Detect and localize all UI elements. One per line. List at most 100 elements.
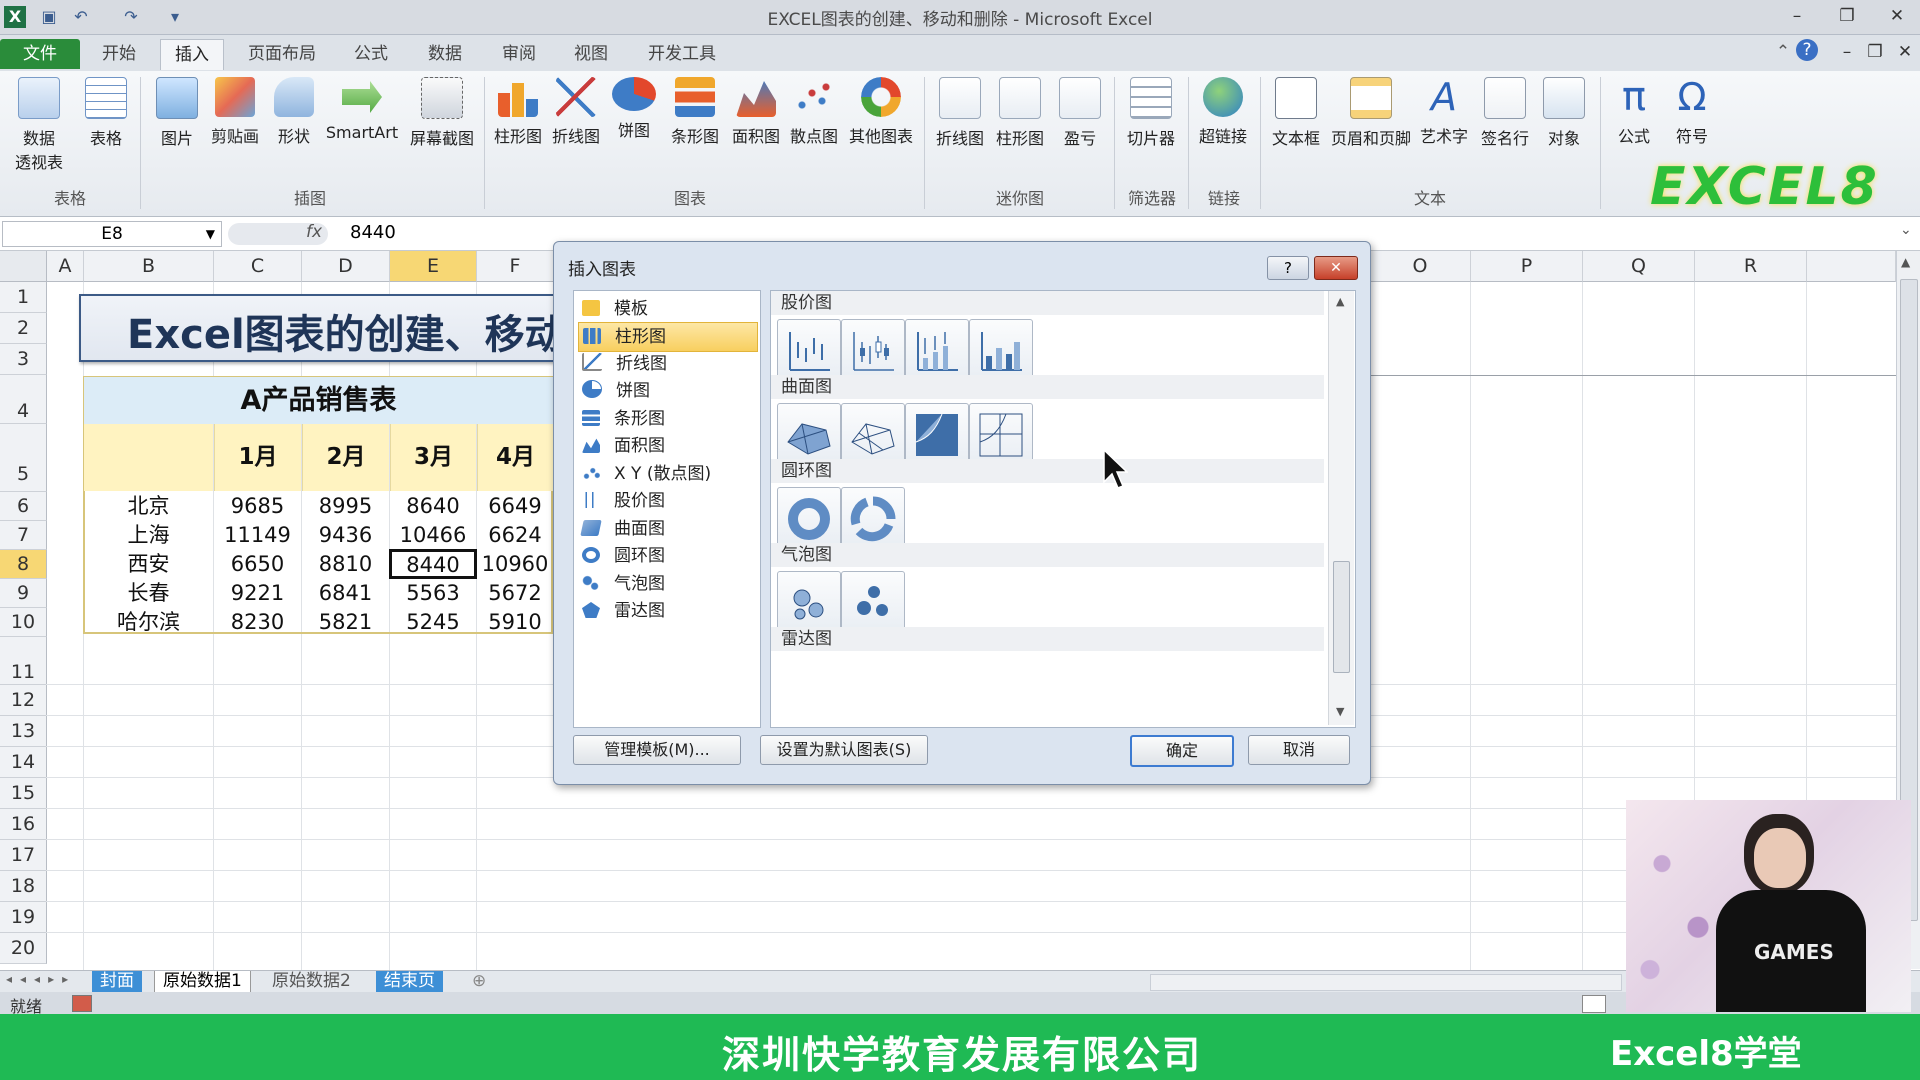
gallery-scroll-up-icon[interactable]: ▲ [1336,295,1344,308]
sparkline-column-button[interactable]: 柱形图 [992,77,1048,149]
screenshot-button[interactable]: 屏幕截图 [404,77,480,149]
city-cell[interactable]: 西安 [84,550,213,578]
dialog-help-button[interactable]: ? [1267,256,1309,280]
column-header-p[interactable]: P [1471,251,1583,282]
value-cell[interactable]: 6649 [477,492,553,520]
sheet-banner[interactable]: Excel图表的创建、移动 [79,294,563,362]
macro-record-icon[interactable] [72,995,92,1012]
row-header[interactable]: 6 [0,492,47,521]
surface-chart-option[interactable] [969,403,1033,467]
tab-page-layout[interactable]: 页面布局 [234,39,330,69]
chart-type-template[interactable]: 模板 [578,295,756,323]
chart-type-column[interactable]: 柱形图 [578,322,758,352]
chart-type-stock[interactable]: 股价图 [578,487,756,515]
column-header-d[interactable]: D [302,251,390,282]
row-header[interactable]: 20 [0,933,47,964]
row-header[interactable]: 14 [0,747,47,778]
row-header[interactable]: 12 [0,685,47,716]
sheet-nav-icons[interactable]: ◂◂◂▸▸ [6,972,76,986]
table-header-corner[interactable] [84,424,213,491]
row-header[interactable]: 19 [0,902,47,933]
row-header[interactable]: 5 [0,424,47,492]
value-cell[interactable]: 9221 [214,579,301,607]
month-header[interactable]: 3月 [390,424,476,491]
value-cell[interactable]: 8230 [214,608,301,636]
value-cell[interactable]: 6841 [302,579,389,607]
row-header[interactable]: 16 [0,809,47,840]
scatter-chart-button[interactable]: 散点图 [786,77,842,147]
surface-chart-option[interactable] [905,403,969,467]
text-box-button[interactable]: 文本框 [1266,77,1326,149]
line-chart-button[interactable]: 折线图 [548,77,604,147]
name-box[interactable]: E8 ▼ [2,221,222,247]
value-cell[interactable]: 5563 [390,579,476,607]
city-cell[interactable]: 北京 [84,492,213,520]
picture-button[interactable]: 图片 [150,77,204,149]
chart-type-radar[interactable]: 雷达图 [578,597,756,625]
value-cell[interactable]: 6650 [214,550,301,578]
column-header-q[interactable]: Q [1583,251,1695,282]
city-cell[interactable]: 上海 [84,521,213,549]
value-cell[interactable]: 6624 [477,521,553,549]
value-cell[interactable]: 9685 [214,492,301,520]
row-header[interactable]: 3 [0,344,47,375]
tab-data[interactable]: 数据 [414,39,476,69]
gallery-scroll-down-icon[interactable]: ▼ [1336,705,1344,718]
slicer-button[interactable]: 切片器 [1120,77,1182,149]
minimize-button[interactable]: – [1780,3,1814,29]
other-charts-button[interactable]: 其他图表 [846,77,916,147]
column-header-b[interactable]: B [84,251,214,282]
signature-line-button[interactable]: 签名行 [1476,77,1534,149]
shapes-button[interactable]: 形状 [268,77,320,147]
chart-type-bar[interactable]: 条形图 [578,405,756,433]
row-header[interactable]: 2 [0,313,47,344]
row-header[interactable]: 10 [0,608,47,637]
active-cell-e8[interactable]: 8440 [389,549,477,579]
gallery-scroll-thumb[interactable] [1333,561,1350,673]
month-header[interactable]: 1月 [214,424,301,491]
normal-view-icon[interactable] [1582,995,1606,1013]
chart-type-line[interactable]: 折线图 [578,350,756,378]
city-cell[interactable]: 哈尔滨 [84,608,213,636]
area-chart-button[interactable]: 面积图 [728,77,784,147]
gallery-scrollbar[interactable]: ▲ ▼ [1328,291,1354,725]
equation-button[interactable]: π 公式 [1606,77,1662,147]
value-cell[interactable]: 11149 [214,521,301,549]
row-header[interactable]: 9 [0,579,47,608]
value-cell[interactable]: 10466 [390,521,476,549]
table-button[interactable]: 表格 [78,77,134,149]
column-header-o[interactable]: O [1370,251,1471,282]
doc-restore-button[interactable]: ❐ [1858,39,1892,65]
chart-type-pie[interactable]: 饼图 [578,377,756,405]
bubble-chart-option[interactable] [841,571,905,635]
tab-file[interactable]: 文件 [0,39,80,69]
symbol-button[interactable]: Ω 符号 [1664,77,1720,147]
sheet-tab-cover[interactable]: 封面 [92,971,142,992]
value-cell[interactable]: 8640 [390,492,476,520]
value-cell[interactable]: 8995 [302,492,389,520]
scroll-up-icon[interactable]: ▲ [1901,255,1910,269]
doughnut-chart-option[interactable] [777,487,841,551]
value-cell[interactable]: 9436 [302,521,389,549]
row-header[interactable]: 8 [0,550,47,579]
doughnut-chart-option[interactable] [841,487,905,551]
dialog-close-button[interactable]: ✕ [1314,256,1358,280]
stock-chart-option[interactable] [841,319,905,383]
bar-chart-button[interactable]: 条形图 [664,77,726,147]
chart-type-area[interactable]: 面积图 [578,432,756,460]
object-button[interactable]: 对象 [1538,77,1590,149]
value-cell[interactable]: 8810 [302,550,389,578]
row-header[interactable]: 7 [0,521,47,550]
formula-input[interactable]: 8440 [350,222,396,243]
ribbon-collapse-icon[interactable]: ⌃ [1766,39,1800,65]
expand-formula-icon[interactable]: ⌄ [1900,222,1912,238]
column-header-c[interactable]: C [214,251,302,282]
sheet-tab-data2[interactable]: 原始数据2 [264,971,359,992]
help-icon[interactable]: ? [1796,39,1818,61]
sheet-tab-end[interactable]: 结束页 [376,971,443,992]
row-header[interactable]: 15 [0,778,47,809]
pie-chart-button[interactable]: 饼图 [606,77,662,141]
pivot-table-button[interactable]: 数据 透视表 [6,77,72,173]
chart-type-doughnut[interactable]: 圆环图 [578,542,756,570]
value-cell[interactable]: 5245 [390,608,476,636]
